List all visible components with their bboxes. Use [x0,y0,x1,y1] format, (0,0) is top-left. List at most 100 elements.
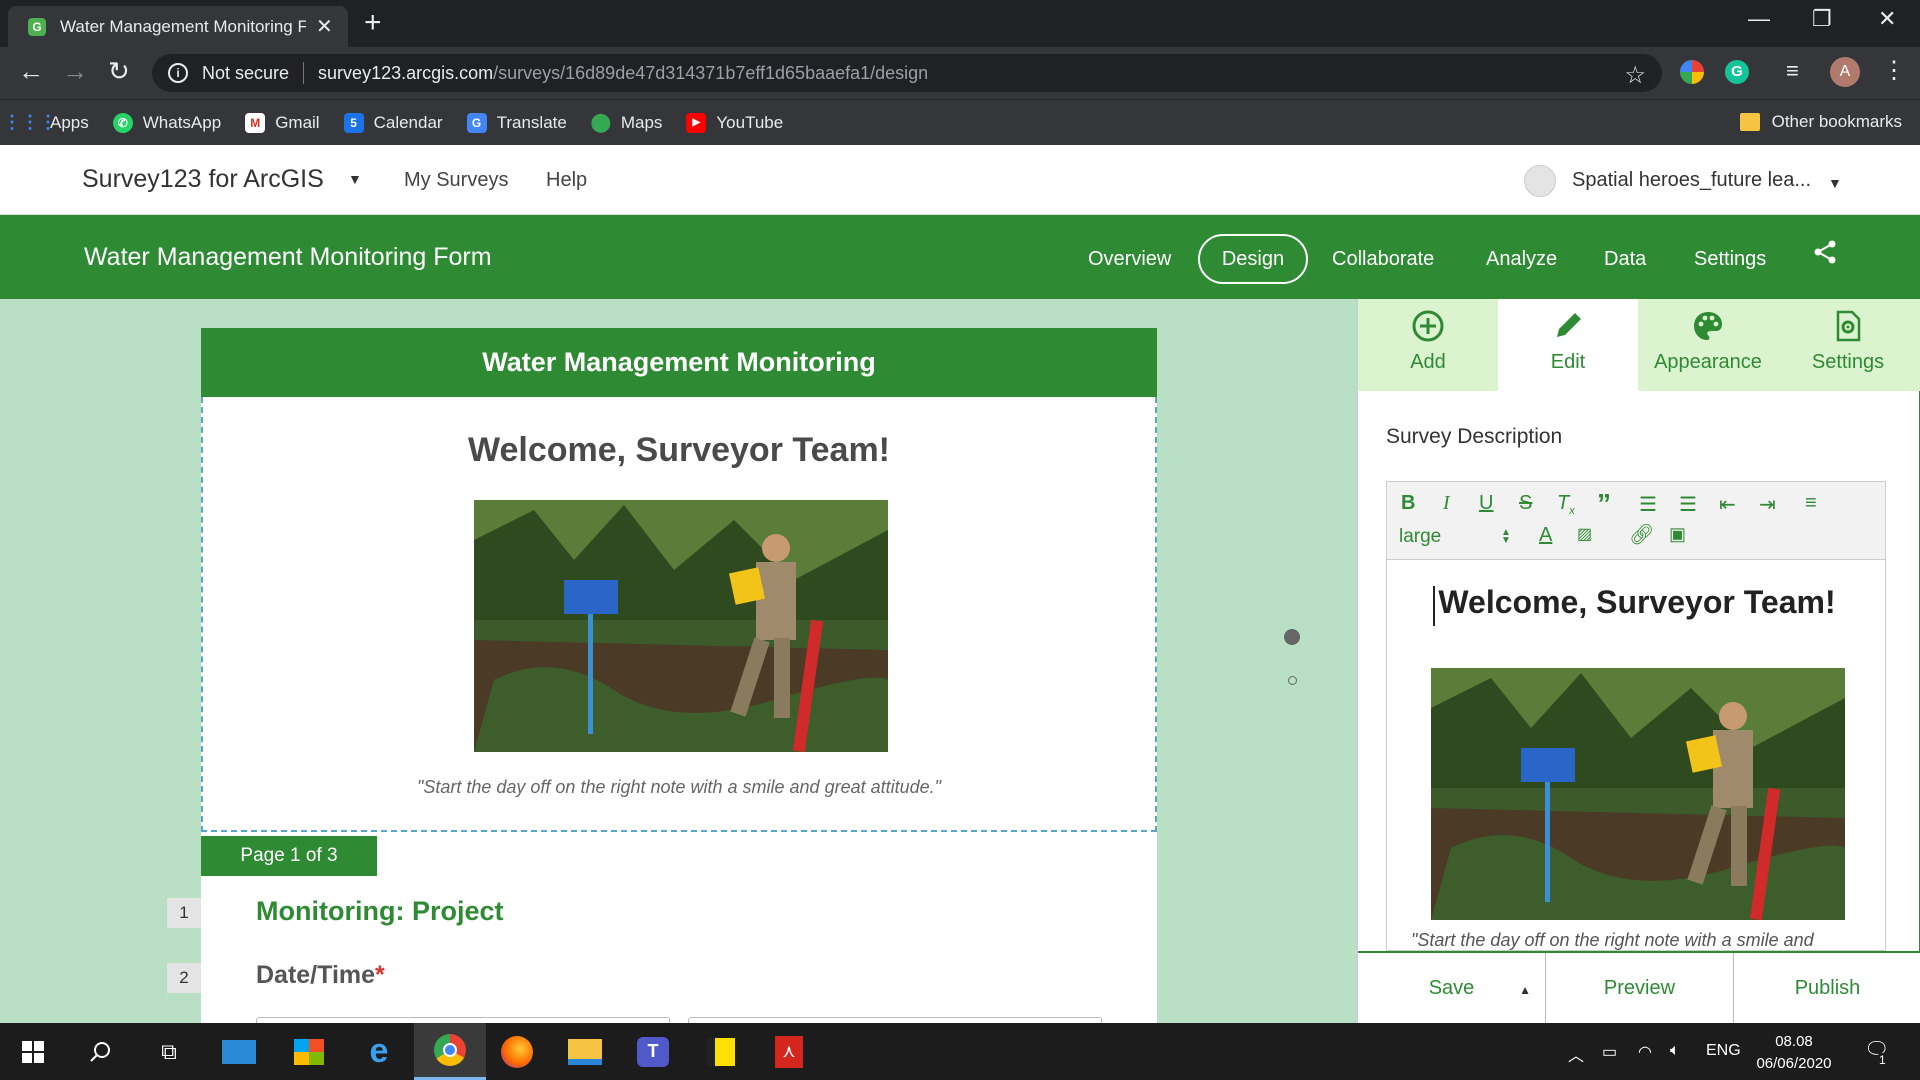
user-avatar[interactable] [1524,165,1556,197]
bold-icon[interactable]: B [1401,492,1415,515]
bookmark-maps[interactable]: ⬤ Maps [591,112,663,133]
tab-design[interactable]: Design [1198,234,1308,284]
bookmark-apps[interactable]: ⋮⋮⋮ Apps [3,112,89,133]
bookmark-label: Calendar [373,112,443,132]
bookmark-whatsapp[interactable]: ✆ WhatsApp [112,112,221,133]
battery-icon[interactable]: ▭ [1602,1042,1617,1062]
tab-analyze[interactable]: Analyze [1486,248,1557,271]
browser-tab[interactable]: G Water Management Monitoring F ✕ [8,6,348,47]
bookmark-calendar[interactable]: 5 Calendar [343,112,443,133]
tab-collaborate[interactable]: Collaborate [1332,248,1434,271]
bookmark-youtube[interactable]: ▶ YouTube [686,112,783,133]
youtube-icon: ▶ [686,112,707,133]
search-button[interactable] [68,1023,134,1080]
add-circle-icon [1412,310,1444,342]
insert-image-icon[interactable]: ▣ [1669,524,1686,545]
taskbar-chrome[interactable] [414,1023,486,1080]
help-link[interactable]: Help [546,169,587,192]
tray-chevron-icon[interactable]: ︿ [1568,1042,1584,1066]
preview-button[interactable]: Preview [1546,953,1734,1023]
tab-close-icon[interactable]: ✕ [316,14,333,39]
taskbar-store[interactable] [276,1023,342,1080]
taskbar-firefox[interactable] [484,1023,550,1080]
language-indicator[interactable]: ENG [1706,1042,1741,1060]
wifi-icon[interactable]: ◠ [1638,1042,1652,1062]
sticky-notes-icon [707,1037,735,1066]
info-icon[interactable]: i [168,63,188,83]
start-button[interactable] [0,1023,66,1080]
question-date-time[interactable]: Date/Time* [256,961,385,990]
tab-settings[interactable]: Settings [1694,248,1766,271]
save-button[interactable]: Save ▲ [1358,953,1546,1023]
profile-avatar[interactable]: A [1830,57,1860,87]
clear-format-icon[interactable]: Tx [1557,492,1575,517]
user-menu-caret-icon[interactable]: ▼ [1828,175,1842,191]
taskbar-acrobat[interactable]: ⋏ [756,1023,822,1080]
font-size-select[interactable]: large [1399,526,1513,548]
text-color-icon[interactable]: A [1539,524,1552,547]
tab-data[interactable]: Data [1604,248,1646,271]
volume-icon[interactable]: 🔈︎ [1670,1042,1680,1060]
color-extension-icon[interactable] [1680,60,1704,84]
chrome-menu-icon[interactable]: ⋮ [1882,56,1906,85]
carousel-dot[interactable] [1288,676,1297,685]
my-surveys-link[interactable]: My Surveys [404,169,508,192]
background-color-icon[interactable]: ▨ [1577,524,1592,544]
bullet-list-icon[interactable]: ☰ [1679,492,1697,517]
italic-icon[interactable]: I [1443,492,1450,515]
outdent-icon[interactable]: ⇤ [1719,492,1736,517]
indent-icon[interactable]: ⇥ [1759,492,1776,517]
taskbar-teams[interactable]: T [620,1023,686,1080]
editor-surveyor-photo[interactable] [1431,668,1845,920]
strikethrough-icon[interactable]: S [1519,492,1532,515]
browser-toolbar: ← → ↻ i Not secure survey123.arcgis.com /… [0,47,1920,99]
bookmark-gmail[interactable]: M Gmail [245,112,320,133]
window-close-icon[interactable]: ✕ [1878,6,1896,32]
forward-icon[interactable]: → [62,58,88,84]
pencil-icon [1557,313,1581,337]
save-options-caret-icon[interactable]: ▲ [1519,983,1531,997]
address-bar[interactable]: i Not secure survey123.arcgis.com/survey… [152,54,1662,92]
new-tab-icon[interactable]: + [364,8,382,38]
app-menu-caret-icon[interactable]: ▼ [348,171,362,187]
taskbar-mail[interactable] [206,1023,272,1080]
other-bookmarks[interactable]: Other bookmarks [1739,112,1902,132]
bookmark-label: Gmail [275,112,320,132]
panel-tab-appearance[interactable]: Appearance [1638,299,1778,391]
system-clock[interactable]: 08.08 06/06/2020 [1748,1031,1840,1075]
restore-icon[interactable]: ❐ [1812,6,1832,32]
rich-text-editor[interactable]: B I U S Tx ” ☰ ☰ ⇤ ⇥ ≡ large ▲ ▼ A ▨ 🔗︎ ▣… [1386,481,1886,951]
font-size-arrows-icon[interactable]: ▲ ▼ [1501,528,1511,546]
survey-description-block[interactable]: Welcome, Surveyor Team! "Start the day o… [201,397,1157,832]
taskbar-sticky-notes[interactable] [688,1023,754,1080]
app-title[interactable]: Survey123 for ArcGIS [82,165,324,194]
tab-overview[interactable]: Overview [1088,248,1171,271]
windows-taskbar: ⧉ e T ⋏ ︿ ▭ ◠ 🔈︎ ENG 08.08 06/06/2020 🗨︎… [0,1023,1920,1080]
link-icon[interactable]: 🔗︎ [1629,522,1654,547]
panel-tab-label: Edit [1550,351,1586,373]
carousel-dot-active[interactable] [1284,629,1300,645]
folder-icon [1739,113,1760,131]
grammarly-icon[interactable]: G [1725,60,1749,84]
panel-tab-add[interactable]: Add [1358,299,1498,391]
question-monitoring-project[interactable]: Monitoring: Project [256,896,503,927]
panel-tab-edit[interactable]: Edit [1498,299,1638,391]
taskbar-file-explorer[interactable] [552,1023,618,1080]
publish-button[interactable]: Publish [1734,953,1920,1023]
panel-tab-settings[interactable]: Settings [1778,299,1918,391]
share-icon[interactable] [1812,239,1838,265]
welcome-quote: "Start the day off on the right note wit… [416,777,942,797]
bookmark-translate[interactable]: G Translate [466,112,567,133]
taskbar-edge[interactable]: e [346,1023,412,1080]
align-icon[interactable]: ≡ [1805,492,1817,515]
underline-icon[interactable]: U [1479,492,1493,515]
minimize-icon[interactable]: — [1748,6,1770,32]
reload-icon[interactable]: ↻ [108,58,130,84]
bookmark-star-icon[interactable]: ☆ [1624,61,1646,90]
user-name[interactable]: Spatial heroes_future lea... [1572,169,1811,192]
ordered-list-icon[interactable]: ☰ [1639,492,1657,517]
media-control-icon[interactable]: ≡ [1786,58,1799,84]
blockquote-icon[interactable]: ” [1597,488,1611,520]
back-icon[interactable]: ← [18,58,44,84]
task-view-button[interactable]: ⧉ [136,1023,202,1080]
